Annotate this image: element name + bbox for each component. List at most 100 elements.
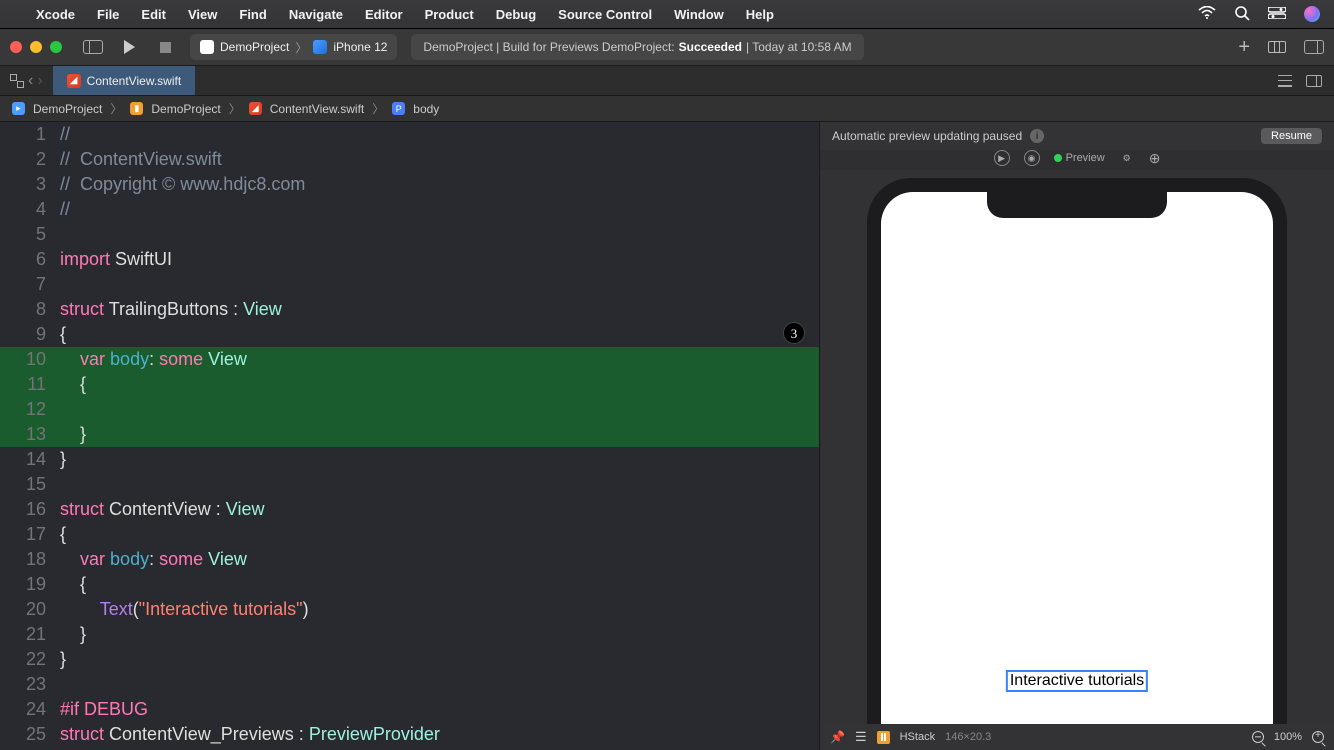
editor-options-button[interactable] — [1278, 75, 1292, 87]
run-button[interactable] — [118, 36, 140, 58]
preview-label[interactable]: Preview — [1054, 152, 1105, 164]
siri-icon[interactable] — [1304, 6, 1320, 22]
menu-find[interactable]: Find — [239, 7, 266, 22]
menu-edit[interactable]: Edit — [141, 7, 166, 22]
wifi-icon[interactable] — [1198, 6, 1216, 22]
zoom-in-button[interactable] — [1312, 731, 1324, 743]
jumpbar-seg-3[interactable]: body — [413, 102, 439, 116]
code-line[interactable]: 24#if DEBUG — [0, 697, 819, 722]
library-button[interactable]: + — [1238, 36, 1250, 59]
code-line[interactable]: 22} — [0, 647, 819, 672]
code-content[interactable] — [60, 222, 819, 247]
code-content[interactable]: // — [60, 197, 819, 222]
code-line[interactable]: 17{ — [0, 522, 819, 547]
code-content[interactable]: struct ContentView : View — [60, 497, 819, 522]
inspect-preview-button[interactable]: ◉ — [1024, 150, 1040, 166]
code-content[interactable] — [60, 272, 819, 297]
code-line[interactable]: 19 { — [0, 572, 819, 597]
zoom-level-label[interactable]: 100% — [1274, 731, 1302, 743]
live-preview-button[interactable]: ▶ — [994, 150, 1010, 166]
device-settings-button[interactable]: ⚙ — [1119, 150, 1135, 166]
code-line[interactable]: 7 — [0, 272, 819, 297]
duplicate-preview-button[interactable]: ⊕ — [1149, 150, 1161, 167]
resume-button[interactable]: Resume — [1261, 128, 1322, 144]
control-center-icon[interactable] — [1268, 6, 1286, 22]
code-content[interactable]: struct TrailingButtons : View — [60, 297, 819, 322]
code-line[interactable]: 10 var body: some View — [0, 347, 819, 372]
menu-debug[interactable]: Debug — [496, 7, 536, 22]
spotlight-icon[interactable] — [1234, 5, 1250, 24]
jump-bar[interactable]: ▸ DemoProject 〉 ▮ DemoProject 〉 ◢ Conten… — [0, 96, 1334, 122]
zoom-window-button[interactable] — [50, 41, 62, 53]
code-line[interactable]: 23 — [0, 672, 819, 697]
nav-forward-button[interactable]: › — [37, 72, 42, 90]
code-line[interactable]: 8struct TrailingButtons : View — [0, 297, 819, 322]
menu-help[interactable]: Help — [746, 7, 774, 22]
code-content[interactable]: { — [60, 572, 819, 597]
code-line[interactable]: 9{ — [0, 322, 819, 347]
menu-window[interactable]: Window — [674, 7, 724, 22]
activity-viewer[interactable]: DemoProject | Build for Previews DemoPro… — [411, 34, 863, 60]
code-content[interactable]: { — [60, 372, 819, 397]
minimize-window-button[interactable] — [30, 41, 42, 53]
code-content[interactable]: } — [60, 647, 819, 672]
code-content[interactable]: var body: some View — [60, 547, 819, 572]
code-line[interactable]: 15 — [0, 472, 819, 497]
menu-navigate[interactable]: Navigate — [289, 7, 343, 22]
nav-back-button[interactable]: ‹ — [28, 72, 33, 90]
code-content[interactable]: import SwiftUI — [60, 247, 819, 272]
inspector-toggle-button[interactable] — [1304, 40, 1324, 54]
code-content[interactable]: } — [60, 447, 819, 472]
zoom-out-button[interactable] — [1252, 731, 1264, 743]
jumpbar-seg-2[interactable]: ContentView.swift — [270, 102, 365, 116]
code-content[interactable]: struct ContentView_Previews : PreviewPro… — [60, 722, 819, 747]
code-content[interactable] — [60, 472, 819, 497]
code-content[interactable]: Text("Interactive tutorials") — [60, 597, 819, 622]
related-items-button[interactable] — [10, 74, 24, 88]
code-content[interactable] — [60, 397, 819, 422]
error-count-badge[interactable]: 3 — [783, 322, 805, 344]
editor-tab[interactable]: ◢ ContentView.swift — [53, 66, 196, 95]
code-line[interactable]: 1// — [0, 122, 819, 147]
code-content[interactable]: { — [60, 522, 819, 547]
menu-source-control[interactable]: Source Control — [558, 7, 652, 22]
code-line[interactable]: 13 } — [0, 422, 819, 447]
code-content[interactable] — [60, 672, 819, 697]
code-content[interactable]: #if DEBUG — [60, 697, 819, 722]
code-line[interactable]: 25struct ContentView_Previews : PreviewP… — [0, 722, 819, 747]
app-menu[interactable]: Xcode — [36, 7, 75, 22]
jumpbar-seg-1[interactable]: DemoProject — [151, 102, 220, 116]
menu-product[interactable]: Product — [425, 7, 474, 22]
code-line[interactable]: 21 } — [0, 622, 819, 647]
code-line[interactable]: 4// — [0, 197, 819, 222]
adjust-editor-button[interactable] — [1306, 75, 1322, 87]
scheme-selector[interactable]: DemoProject 〉 iPhone 12 — [190, 34, 397, 60]
jumpbar-seg-0[interactable]: DemoProject — [33, 102, 102, 116]
code-line[interactable]: 11 { — [0, 372, 819, 397]
code-line[interactable]: 14} — [0, 447, 819, 472]
menu-editor[interactable]: Editor — [365, 7, 403, 22]
navigator-toggle-button[interactable] — [82, 36, 104, 58]
code-line[interactable]: 20 Text("Interactive tutorials") — [0, 597, 819, 622]
selected-element-label[interactable]: HStack — [900, 731, 935, 743]
close-window-button[interactable] — [10, 41, 22, 53]
code-line[interactable]: 5 — [0, 222, 819, 247]
code-content[interactable]: // — [60, 122, 819, 147]
code-content[interactable]: // ContentView.swift — [60, 147, 819, 172]
code-line[interactable]: 18 var body: some View — [0, 547, 819, 572]
stop-button[interactable] — [154, 36, 176, 58]
code-content[interactable]: { — [60, 322, 819, 347]
code-content[interactable]: // Copyright © www.hdjc8.com — [60, 172, 819, 197]
menu-view[interactable]: View — [188, 7, 217, 22]
canvas-area[interactable]: Interactive tutorials — [820, 170, 1334, 724]
info-icon[interactable]: i — [1030, 129, 1044, 143]
code-review-button[interactable] — [1268, 41, 1286, 53]
code-line[interactable]: 16struct ContentView : View — [0, 497, 819, 522]
source-editor[interactable]: 3 1//2// ContentView.swift3// Copyright … — [0, 122, 819, 750]
code-content[interactable]: } — [60, 622, 819, 647]
menu-file[interactable]: File — [97, 7, 119, 22]
code-line[interactable]: 6import SwiftUI — [0, 247, 819, 272]
code-line[interactable]: 3// Copyright © www.hdjc8.com — [0, 172, 819, 197]
code-content[interactable]: var body: some View — [60, 347, 819, 372]
code-line[interactable]: 2// ContentView.swift — [0, 147, 819, 172]
